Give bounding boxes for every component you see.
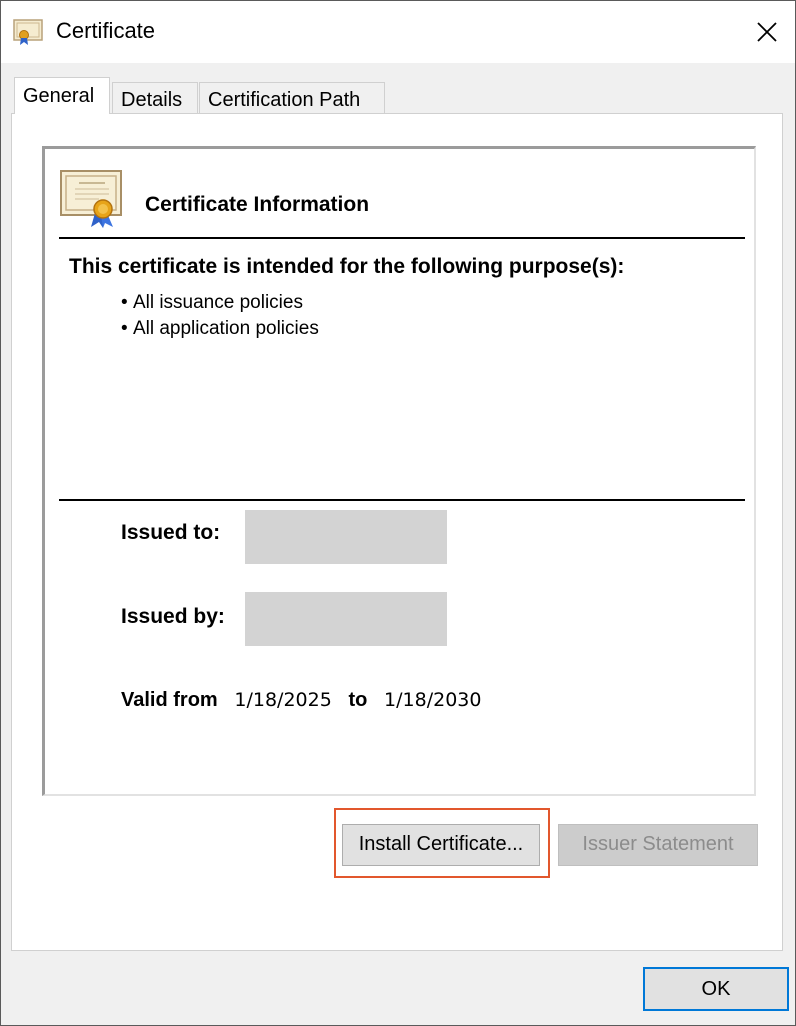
close-button[interactable] [739,1,795,63]
ok-button[interactable]: OK [643,967,789,1011]
certificate-info-panel: Certificate Information This certificate… [42,146,756,796]
to-label: to [348,689,368,711]
purpose-list: All issuance policies All application po… [121,290,319,342]
divider [59,499,745,501]
info-title: Certificate Information [145,193,370,216]
tab-certification-path[interactable]: Certification Path [199,82,385,114]
issued-by-label: Issued by: [121,605,225,628]
issued-to-value-redacted [245,510,447,564]
certificate-icon [13,18,43,46]
validity-row: Valid from 1/18/2025 to 1/18/2030 [121,689,481,712]
issued-to-label: Issued to: [121,521,221,544]
issued-by-value-redacted [245,592,447,646]
valid-to-date: 1/18/2030 [384,689,482,711]
purpose-heading: This certificate is intended for the fol… [69,255,625,278]
title-bar: Certificate [1,1,795,63]
valid-from-date: 1/18/2025 [234,689,332,711]
tab-label: Certification Path [208,89,361,111]
certificate-badge-icon [59,169,125,229]
tab-details[interactable]: Details [112,82,198,114]
issuer-statement-button[interactable]: Issuer Statement [558,824,758,866]
window-title: Certificate [56,18,156,43]
tab-label: Details [121,89,183,111]
list-item: All issuance policies [121,290,319,316]
list-item: All application policies [121,316,319,342]
certificate-dialog: Certificate General Details Certificatio… [0,0,796,1026]
close-icon [757,22,777,42]
general-tab-page: Certificate Information This certificate… [11,113,783,951]
valid-from-label: Valid from [121,689,218,711]
divider [59,237,745,239]
install-certificate-button[interactable]: Install Certificate... [342,824,540,866]
tab-label: General [23,85,95,107]
tab-general[interactable]: General [14,77,110,114]
